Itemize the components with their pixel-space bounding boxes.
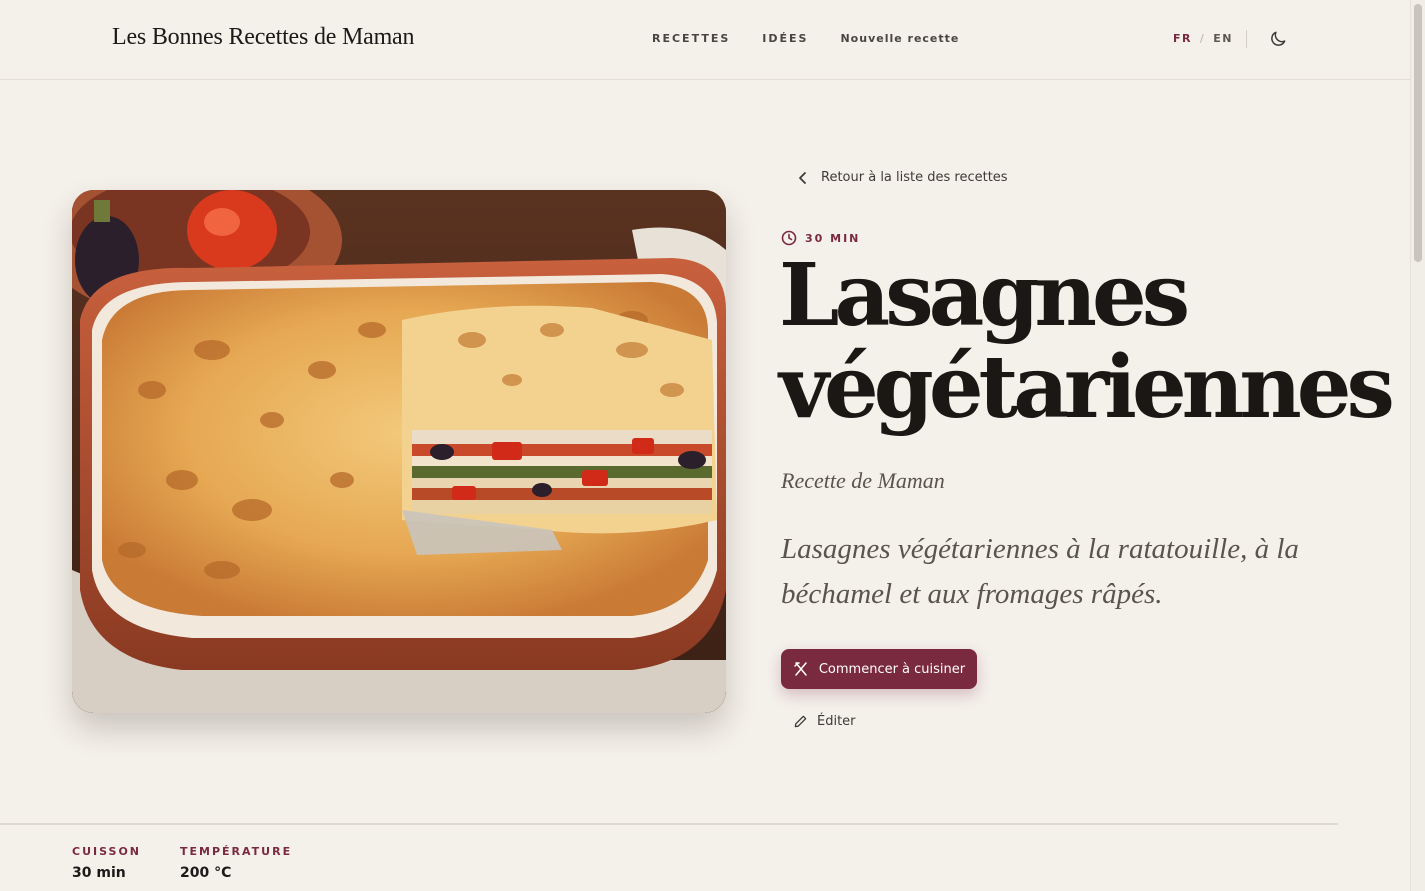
clock-icon [781, 230, 797, 246]
recipe-time: 30 MIN [781, 230, 860, 246]
back-to-list-link[interactable]: Retour à la liste des recettes [797, 170, 1008, 185]
start-cooking-label: Commencer à cuisiner [818, 661, 966, 677]
lang-en[interactable]: EN [1213, 32, 1233, 45]
edit-label: Éditer [817, 714, 856, 729]
start-cooking-button[interactable]: Commencer à cuisiner [781, 649, 977, 689]
utensils-icon [794, 662, 807, 676]
stat-cuisson: CUISSON 30 min [72, 845, 141, 881]
scrollbar-thumb[interactable] [1414, 4, 1422, 262]
back-label: Retour à la liste des recettes [821, 170, 1008, 185]
chevron-left-icon [799, 171, 806, 184]
stat-value: 30 min [72, 865, 126, 881]
nav-recettes[interactable]: RECETTES [652, 32, 730, 45]
pencil-icon [794, 715, 807, 728]
lasagna-illustration [72, 190, 726, 713]
title-line-1: Lasagnes [779, 245, 1190, 346]
language-switcher: FR / EN [1173, 32, 1233, 45]
title-line-2: végétariennes [779, 337, 1395, 438]
recipe-image [72, 190, 726, 713]
lang-fr[interactable]: FR [1173, 32, 1192, 45]
nav-idees[interactable]: IDÉES [762, 32, 808, 45]
lang-separator: / [1199, 32, 1206, 45]
stats-divider [0, 823, 1338, 825]
stat-value: 200 °C [180, 865, 232, 881]
nav-nouvelle-recette[interactable]: Nouvelle recette [840, 32, 959, 45]
site-header: Les Bonnes Recettes de Maman RECETTES ID… [0, 0, 1410, 80]
stat-temperature: TEMPÉRATURE 200 °C [180, 845, 292, 881]
moon-icon[interactable] [1268, 29, 1288, 49]
edit-recipe-link[interactable]: Éditer [793, 714, 856, 729]
header-divider [1246, 30, 1247, 48]
recipe-description: Lasagnes végétariennes à la ratatouille,… [781, 533, 1299, 610]
scrollbar[interactable] [1410, 0, 1425, 891]
stat-label: CUISSON [72, 845, 142, 858]
time-label: 30 MIN [805, 231, 861, 245]
stat-label: TEMPÉRATURE [180, 845, 293, 858]
recipe-title: Lasagnes végétariennes [779, 250, 1399, 434]
site-brand[interactable]: Les Bonnes Recettes de Maman [112, 24, 415, 51]
main-nav: RECETTES IDÉES Nouvelle recette [652, 32, 959, 45]
recipe-author: Recette de Maman [781, 468, 945, 493]
